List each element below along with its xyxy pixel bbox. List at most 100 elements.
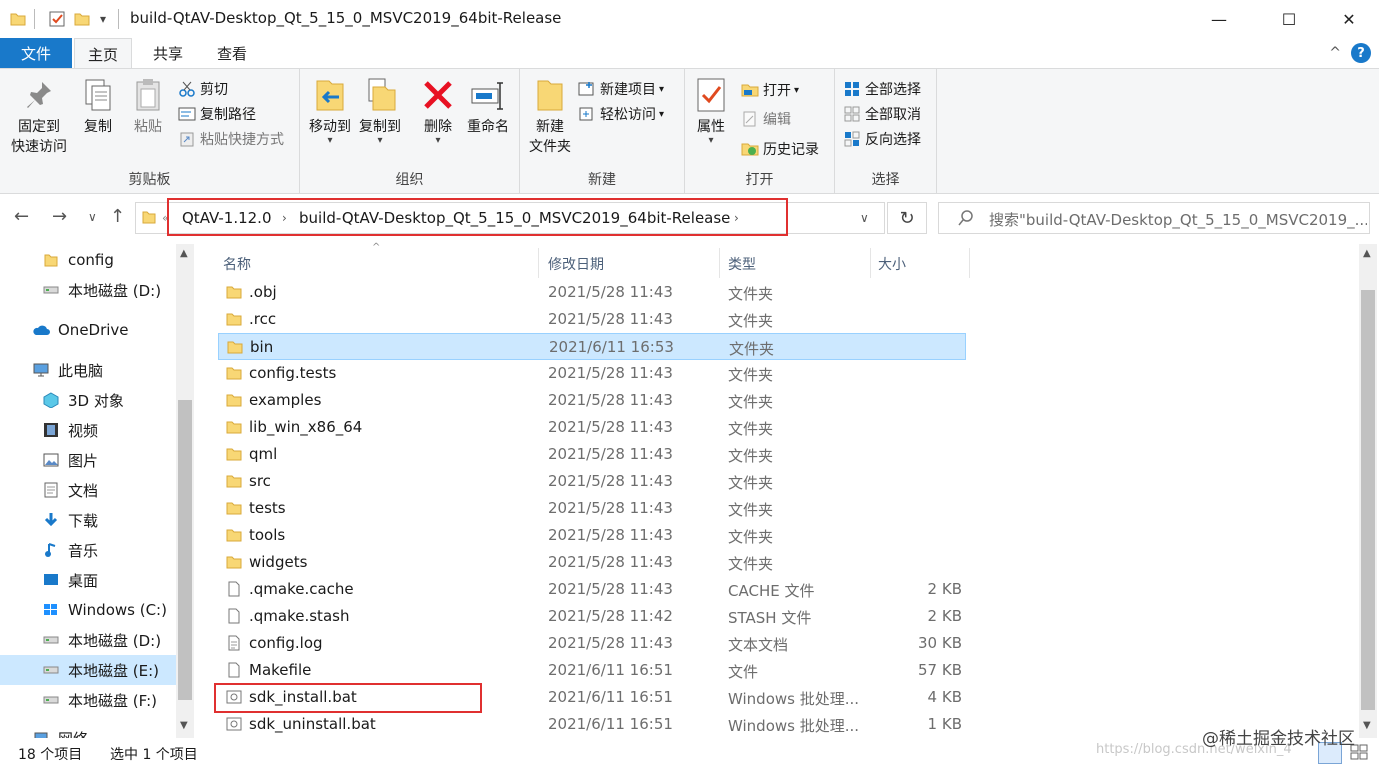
move-to-button[interactable]: 移动到 ▾ [306,75,354,146]
open-button[interactable]: 打开 ▾ [741,78,799,102]
copy-path-label: 复制路径 [200,107,256,123]
tab-view[interactable]: 查看 [202,38,262,68]
select-group: 全部选择 全部取消 反向选择 选择 [835,69,937,193]
quick-access-dropdown[interactable]: ▾ [100,9,106,29]
scroll-up-icon[interactable]: ▲ [180,248,188,259]
scroll-up-icon[interactable]: ▲ [1363,248,1371,259]
column-header-size[interactable]: 大小 [878,254,906,274]
address-dropdown-chevron-icon[interactable]: ∨ [860,211,869,225]
new-folder-quick-icon[interactable] [74,9,90,29]
back-arrow-icon[interactable]: ← [14,206,29,227]
cut-button[interactable]: 剪切 [178,77,228,101]
copy-to-button[interactable]: 复制到 ▾ [356,75,404,146]
file-name: lib_win_x86_64 [249,418,363,436]
up-arrow-icon[interactable]: ↑ [110,206,125,227]
file-row[interactable]: tests 2021/5/28 11:43 文件夹 [218,495,966,522]
file-row[interactable]: .obj 2021/5/28 11:43 文件夹 [218,279,966,306]
easy-access-label: 轻松访问 [600,107,656,123]
file-row[interactable]: .rcc 2021/5/28 11:43 文件夹 [218,306,966,333]
edit-label: 编辑 [763,112,791,128]
file-row[interactable]: src 2021/5/28 11:43 文件夹 [218,468,966,495]
minimize-button[interactable]: — [1196,0,1242,38]
nav-item-pictures[interactable]: 图片 [42,445,98,475]
nav-item-music[interactable]: 音乐 [42,535,98,565]
recent-locations-chevron-icon[interactable]: ∨ [88,210,97,224]
pin-to-quick-access-button[interactable]: 固定到 快速访问 [8,75,70,157]
history-button[interactable]: 历史记录 [741,137,819,161]
help-icon[interactable]: ? [1351,43,1371,63]
nav-item-drive-d[interactable]: 本地磁盘 (D:) [42,275,161,305]
nav-item-this-pc[interactable]: 此电脑 [32,355,103,385]
column-divider[interactable] [538,248,539,278]
close-button[interactable]: ✕ [1326,0,1372,38]
nav-item-desktop[interactable]: 桌面 [42,565,98,595]
maximize-button[interactable]: ☐ [1266,0,1312,38]
file-row[interactable]: widgets 2021/5/28 11:43 文件夹 [218,549,966,576]
paste-button[interactable]: 粘贴 [128,75,168,137]
column-divider[interactable] [719,248,720,278]
file-name: src [249,472,271,490]
column-header-name[interactable]: 名称 [223,254,251,274]
select-none-label: 全部取消 [865,107,921,123]
search-box[interactable]: 搜索"build-QtAV-Desktop_Qt_5_15_0_MSVC2019… [938,202,1370,234]
ribbon: 固定到 快速访问 复制 粘贴 剪切 复制路径 粘贴快捷方式 剪贴板 移动到 ▾ … [0,68,1379,194]
select-none-button[interactable]: 全部取消 [843,102,921,126]
file-list-scrollbar[interactable]: ▲ ▼ [1359,244,1377,738]
nav-item-3d-objects[interactable]: 3D 对象 [42,385,124,415]
nav-item-network[interactable]: 网络 [32,723,88,738]
file-row[interactable]: config.tests 2021/5/28 11:43 文件夹 [218,360,966,387]
file-row[interactable]: .qmake.cache 2021/5/28 11:43 CACHE 文件 2 KB [218,576,966,603]
file-row[interactable]: .qmake.stash 2021/5/28 11:42 STASH 文件 2 KB [218,603,966,630]
invert-selection-button[interactable]: 反向选择 [843,127,921,151]
new-folder-button[interactable]: 新建 文件夹 [526,75,574,157]
file-row[interactable]: examples 2021/5/28 11:43 文件夹 [218,387,966,414]
tab-file[interactable]: 文件 [0,38,72,68]
cloud-icon [32,322,50,338]
nav-item-videos[interactable]: 视频 [42,415,98,445]
easy-access-button[interactable]: 轻松访问 ▾ [578,102,664,126]
file-row[interactable]: lib_win_x86_64 2021/5/28 11:43 文件夹 [218,414,966,441]
file-row[interactable]: tools 2021/5/28 11:43 文件夹 [218,522,966,549]
nav-item-windows-c[interactable]: Windows (C:) [42,595,167,625]
file-list-scrollbar-thumb[interactable] [1361,290,1375,710]
edit-button[interactable]: 编辑 [741,107,791,131]
file-row[interactable]: qml 2021/5/28 11:43 文件夹 [218,441,966,468]
nav-item-config[interactable]: config [42,245,114,275]
nav-item-documents[interactable]: 文档 [42,475,98,505]
nav-scrollbar-thumb[interactable] [178,400,192,700]
refresh-icon[interactable]: ↻ [887,202,927,234]
column-divider[interactable] [969,248,970,278]
tab-home[interactable]: 主页 [74,38,132,69]
nav-item-drive-d[interactable]: 本地磁盘 (D:) [42,625,161,655]
forward-arrow-icon[interactable]: → [52,206,67,227]
new-item-button[interactable]: 新建项目 ▾ [578,77,664,101]
file-row[interactable]: sdk_uninstall.bat 2021/6/11 16:51 Windows … [218,711,966,738]
column-header-date[interactable]: 修改日期 [548,254,604,274]
properties-button[interactable]: 属性 ▾ [691,75,731,146]
column-header-type[interactable]: 类型 [728,254,756,274]
select-all-button[interactable]: 全部选择 [843,77,921,101]
nav-item-onedrive[interactable]: OneDrive [32,315,129,345]
rename-button[interactable]: 重命名 [462,75,514,137]
file-row[interactable]: config.log 2021/5/28 11:43 文本文档 30 KB [218,630,966,657]
paste-shortcut-button[interactable]: 粘贴快捷方式 [178,127,284,151]
nav-item-downloads[interactable]: 下载 [42,505,98,535]
nav-item-drive-f[interactable]: 本地磁盘 (F:) [42,685,157,715]
nav-item-drive-e[interactable]: 本地磁盘 (E:) [42,655,159,685]
nav-item-label: 下载 [68,511,99,530]
file-row[interactable]: bin 2021/6/11 16:53 文件夹 [218,333,966,360]
column-divider[interactable] [870,248,871,278]
copy-path-button[interactable]: 复制路径 [178,102,256,126]
collapse-ribbon-icon[interactable]: ^ [1329,45,1341,61]
divider [118,9,119,29]
copy-button[interactable]: 复制 [78,75,118,137]
file-row[interactable]: Makefile 2021/6/11 16:51 文件 57 KB [218,657,966,684]
scroll-down-icon[interactable]: ▼ [1363,720,1371,731]
file-type: Windows 批处理... [728,717,860,735]
nav-scrollbar[interactable]: ▲ ▼ [176,244,194,738]
properties-quick-icon[interactable] [48,9,66,29]
delete-button[interactable]: 删除 ▾ [418,75,458,146]
file-icon [226,662,242,678]
scroll-down-icon[interactable]: ▼ [180,720,188,731]
tab-share[interactable]: 共享 [138,38,198,68]
